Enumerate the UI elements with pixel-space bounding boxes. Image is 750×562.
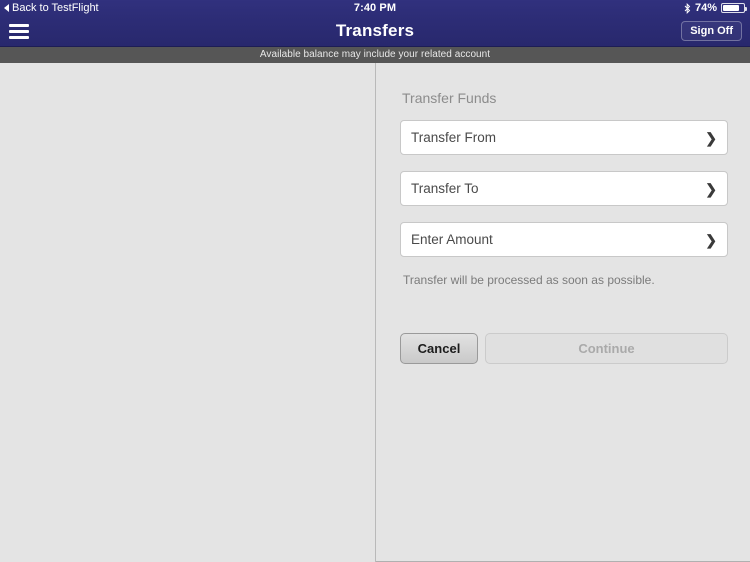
cancel-button[interactable]: Cancel xyxy=(400,333,478,364)
balance-notice-banner: Available balance may include your relat… xyxy=(0,47,750,63)
processing-hint: Transfer will be processed as soon as po… xyxy=(403,273,655,287)
transfer-from-label: Transfer From xyxy=(411,130,497,145)
chevron-right-icon: ❯ xyxy=(705,129,717,146)
bluetooth-icon xyxy=(684,2,691,14)
status-bar-indicators: 74% xyxy=(684,0,747,16)
page-title: Transfers xyxy=(335,21,415,40)
status-bar-time: 7:40 PM xyxy=(353,2,397,14)
transfers-screen: Back to TestFlight 7:40 PM 74% Transfers… xyxy=(0,0,750,562)
content-area: Transfer Funds Transfer From ❯ Transfer … xyxy=(0,63,750,562)
chevron-right-icon: ❯ xyxy=(705,231,717,248)
transfer-form-pane: Transfer Funds Transfer From ❯ Transfer … xyxy=(376,63,750,562)
battery-icon xyxy=(721,3,747,13)
sign-off-button[interactable]: Sign Off xyxy=(681,21,742,41)
navigation-bar: Transfers Sign Off xyxy=(0,16,750,47)
left-empty-pane xyxy=(0,63,376,562)
battery-percent-label: 74% xyxy=(694,2,717,14)
status-bar: Back to TestFlight 7:40 PM 74% xyxy=(0,0,750,16)
chevron-right-icon: ❯ xyxy=(705,180,717,197)
enter-amount-label: Enter Amount xyxy=(411,232,493,247)
transfer-from-row[interactable]: Transfer From ❯ xyxy=(400,120,728,155)
transfer-to-row[interactable]: Transfer To ❯ xyxy=(400,171,728,206)
enter-amount-row[interactable]: Enter Amount ❯ xyxy=(400,222,728,257)
form-actions: Cancel Continue xyxy=(400,333,728,364)
transfer-to-label: Transfer To xyxy=(411,181,479,196)
transfer-funds-heading: Transfer Funds xyxy=(402,90,497,106)
continue-button[interactable]: Continue xyxy=(485,333,728,364)
